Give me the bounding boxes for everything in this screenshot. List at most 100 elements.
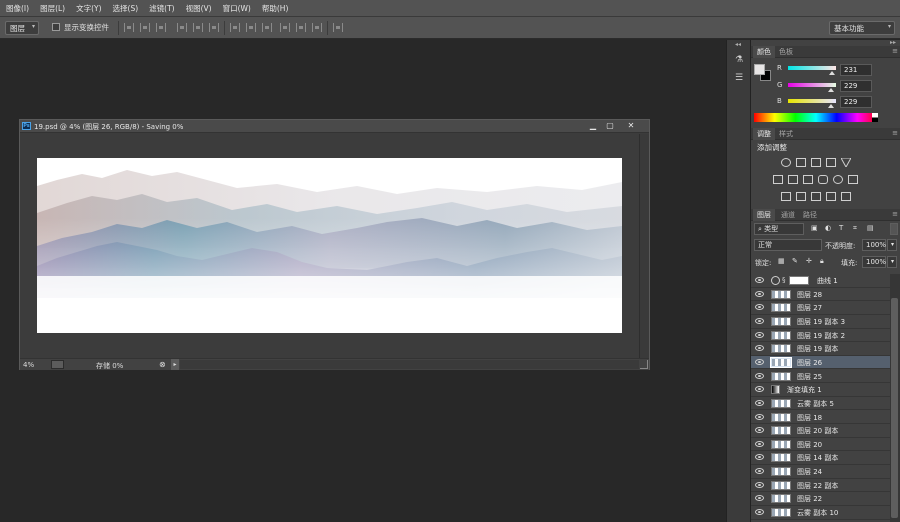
channel-b-slider[interactable] xyxy=(788,99,836,103)
distribute-right-icon[interactable] xyxy=(312,23,322,32)
panel-menu-icon[interactable]: ≡ xyxy=(892,210,898,218)
layer-thumbnail[interactable] xyxy=(771,398,791,408)
layer-thumbnail[interactable] xyxy=(771,494,791,504)
distribute-bottom-icon[interactable] xyxy=(262,23,272,32)
properties-icon[interactable]: ☰ xyxy=(732,72,746,84)
tab-styles[interactable]: 样式 xyxy=(775,128,797,140)
levels-icon[interactable] xyxy=(796,158,806,167)
tab-channels[interactable]: 通道 xyxy=(777,209,799,221)
align-vcenter-icon[interactable] xyxy=(193,23,203,32)
layer-row[interactable]: 图层 25 xyxy=(751,369,890,384)
exposure-icon[interactable] xyxy=(826,158,836,167)
channel-g-slider[interactable] xyxy=(788,83,836,87)
channel-mixer-icon[interactable] xyxy=(833,175,843,184)
foreground-color-swatch[interactable] xyxy=(754,64,765,75)
fill-input[interactable]: 100% xyxy=(862,256,886,268)
close-icon[interactable]: ✕ xyxy=(623,121,639,132)
color-lookup-icon[interactable] xyxy=(848,175,858,184)
align-bottom-icon[interactable] xyxy=(209,23,219,32)
layer-name[interactable]: 图层 19 副本 3 xyxy=(797,317,845,327)
layer-name[interactable]: 图层 19 副本 2 xyxy=(797,331,845,341)
auto-select-dropdown[interactable]: 图层 ▾ xyxy=(5,21,39,35)
brightness-icon[interactable] xyxy=(781,158,791,167)
visibility-eye-icon[interactable] xyxy=(755,317,764,324)
channel-b-value[interactable]: 229 xyxy=(840,96,872,108)
distribute-hcenter-icon[interactable] xyxy=(296,23,306,32)
collapse-dock-icon[interactable]: ◂◂ xyxy=(735,41,741,48)
tab-paths[interactable]: 路径 xyxy=(799,209,821,221)
layer-row[interactable]: 图层 27 xyxy=(751,301,890,315)
visibility-eye-icon[interactable] xyxy=(755,440,764,447)
align-right-icon[interactable] xyxy=(156,23,166,32)
visibility-eye-icon[interactable] xyxy=(755,358,764,365)
distribute-vcenter-icon[interactable] xyxy=(246,23,256,32)
lock-pixels-icon[interactable]: ✎ xyxy=(792,257,798,265)
filter-toggle[interactable] xyxy=(890,223,898,235)
layer-thumbnail[interactable] xyxy=(771,303,791,313)
layer-name[interactable]: 曲线 1 xyxy=(817,276,838,286)
layer-thumbnail[interactable] xyxy=(770,356,792,368)
visibility-eye-icon[interactable] xyxy=(755,413,764,420)
layer-row[interactable]: 图层 22 xyxy=(751,492,890,506)
layer-thumbnail[interactable] xyxy=(771,371,791,381)
layer-row[interactable]: 云雾 副本 5 xyxy=(751,396,890,411)
align-top-icon[interactable] xyxy=(177,23,187,32)
blend-mode-dropdown[interactable]: 正常 xyxy=(754,239,822,251)
gradient-fill-thumbnail[interactable] xyxy=(771,385,780,395)
layer-row[interactable]: 图层 28 xyxy=(751,287,890,302)
visibility-eye-icon[interactable] xyxy=(755,304,764,311)
layer-thumbnail[interactable] xyxy=(771,439,791,449)
layer-name[interactable]: 云雾 副本 5 xyxy=(797,399,834,409)
link-chain-icon[interactable]: § xyxy=(782,276,786,284)
zoom-level[interactable]: 4% xyxy=(23,361,34,369)
layers-scrollbar[interactable] xyxy=(890,274,900,522)
layer-name[interactable]: 图层 20 xyxy=(797,440,822,450)
layer-thumbnail[interactable] xyxy=(771,412,791,422)
fill-slider-arrow-icon[interactable]: ▾ xyxy=(887,256,897,268)
black-white-swatch[interactable] xyxy=(872,113,878,122)
visibility-eye-icon[interactable] xyxy=(755,399,764,406)
hue-saturation-icon[interactable] xyxy=(773,175,783,184)
menu-help[interactable]: 帮助(H) xyxy=(262,3,289,14)
layer-thumbnail[interactable] xyxy=(771,426,791,436)
layer-row[interactable]: 图层 19 副本 3 xyxy=(751,314,890,329)
panel-menu-icon[interactable]: ≡ xyxy=(892,47,898,55)
visibility-eye-icon[interactable] xyxy=(755,386,764,393)
menu-window[interactable]: 窗口(W) xyxy=(223,3,251,14)
layer-name[interactable]: 渐变填充 1 xyxy=(787,385,822,395)
cancel-save-icon[interactable]: ⊗ xyxy=(159,360,166,369)
layer-row[interactable]: 图层 19 副本 xyxy=(751,342,890,356)
curves-icon[interactable] xyxy=(811,158,821,167)
canvas-image[interactable] xyxy=(37,158,622,333)
layer-filter-dropdown[interactable]: ⌕ 类型 xyxy=(754,223,804,235)
selective-color-icon[interactable] xyxy=(841,192,851,201)
show-transform-checkbox[interactable] xyxy=(52,23,60,31)
filter-adjustment-icon[interactable]: ◐ xyxy=(825,224,831,232)
layer-row[interactable]: 图层 20 副本 xyxy=(751,424,890,438)
layer-name[interactable]: 图层 25 xyxy=(797,372,822,382)
menu-type[interactable]: 文字(Y) xyxy=(76,3,101,14)
menu-layer[interactable]: 图层(L) xyxy=(40,3,65,14)
channel-g-knob[interactable] xyxy=(828,88,834,92)
channel-b-knob[interactable] xyxy=(828,104,834,108)
layer-thumbnail[interactable] xyxy=(771,508,791,518)
status-menu-arrow-icon[interactable]: ▸ xyxy=(171,359,179,370)
distribute-top-icon[interactable] xyxy=(230,23,240,32)
threshold-icon[interactable] xyxy=(811,192,821,201)
maximize-icon[interactable]: ▢ xyxy=(602,121,618,132)
document-titlebar[interactable]: Ps 19.psd @ 4% (图层 26, RGB/8) - Saving 0… xyxy=(20,120,649,133)
layer-row[interactable]: 云雾 副本 10 xyxy=(751,506,890,520)
channel-r-value[interactable]: 231 xyxy=(840,64,872,76)
collapse-panels-icon[interactable]: ▸▸ xyxy=(890,39,896,46)
auto-align-icon[interactable] xyxy=(333,23,343,32)
visibility-eye-icon[interactable] xyxy=(755,290,764,297)
layer-name[interactable]: 图层 22 副本 xyxy=(797,481,838,491)
preview-icon[interactable] xyxy=(51,360,64,369)
layer-thumbnail[interactable] xyxy=(771,316,791,326)
menu-filter[interactable]: 滤镜(T) xyxy=(149,3,174,14)
layer-thumbnail[interactable] xyxy=(771,330,791,340)
tab-layers[interactable]: 图层 xyxy=(753,209,775,221)
filter-smart-object-icon[interactable]: ▤ xyxy=(867,224,874,232)
layer-row[interactable]: 图层 19 副本 2 xyxy=(751,328,890,343)
minimize-icon[interactable]: ▁ xyxy=(585,121,601,132)
